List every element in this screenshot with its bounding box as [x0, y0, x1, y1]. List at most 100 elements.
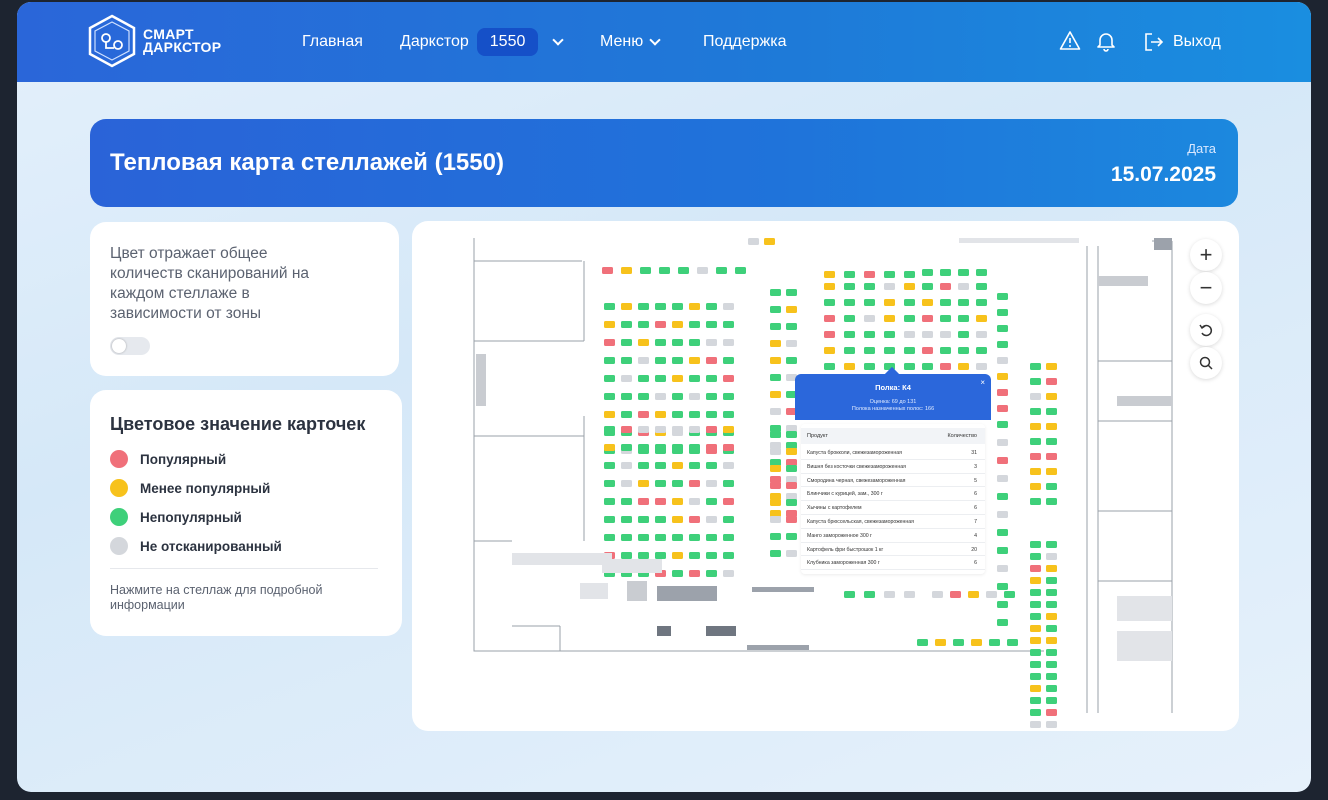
- shelf-tile[interactable]: [621, 375, 632, 382]
- shelf-tile[interactable]: [997, 511, 1008, 518]
- search-button[interactable]: [1190, 347, 1222, 379]
- shelf-tile[interactable]: [604, 480, 615, 487]
- shelf-tile[interactable]: [997, 619, 1008, 626]
- shelf-tile[interactable]: [844, 271, 855, 278]
- shelf-tile[interactable]: [904, 363, 915, 370]
- shelf-tile[interactable]: [922, 347, 933, 354]
- shelf-tile[interactable]: [748, 238, 759, 245]
- shelf-tile[interactable]: [824, 315, 835, 322]
- shelf-tile[interactable]: [655, 393, 666, 400]
- shelf-tile[interactable]: [723, 534, 734, 541]
- shelf-tile[interactable]: [958, 299, 969, 306]
- shelf-tile[interactable]: [976, 315, 987, 322]
- shelf-tile[interactable]: [1046, 498, 1057, 505]
- shelf-tile[interactable]: [655, 426, 666, 433]
- shelf-tile[interactable]: [976, 347, 987, 354]
- shelf-tile[interactable]: [706, 411, 717, 418]
- shelf-tile[interactable]: [884, 315, 895, 322]
- shelf-tile[interactable]: [672, 534, 683, 541]
- bell-icon[interactable]: [1095, 30, 1117, 52]
- shelf-tile[interactable]: [621, 267, 632, 274]
- shelf-tile[interactable]: [997, 547, 1008, 554]
- shelf-tile[interactable]: [672, 375, 683, 382]
- close-icon[interactable]: ×: [980, 378, 985, 387]
- shelf-tile[interactable]: [1030, 498, 1041, 505]
- shelf-tile[interactable]: [940, 315, 951, 322]
- shelf-tile[interactable]: [940, 283, 951, 290]
- shelf-tile[interactable]: [917, 639, 928, 646]
- shelf-tile[interactable]: [770, 340, 781, 347]
- shelf-tile[interactable]: [884, 591, 895, 598]
- shelf-tile[interactable]: [864, 591, 875, 598]
- shelf-tile[interactable]: [844, 299, 855, 306]
- shelf-tile[interactable]: [770, 431, 781, 438]
- shelf-tile[interactable]: [689, 570, 700, 577]
- shelf-tile[interactable]: [997, 293, 1008, 300]
- shelf-tile[interactable]: [997, 601, 1008, 608]
- shelf-tile[interactable]: [638, 480, 649, 487]
- shelf-tile[interactable]: [1046, 637, 1057, 644]
- shelf-tile[interactable]: [723, 321, 734, 328]
- shelf-tile[interactable]: [904, 591, 915, 598]
- shelf-tile[interactable]: [604, 303, 615, 310]
- shelf-tile[interactable]: [770, 550, 781, 557]
- shelf-tile[interactable]: [1046, 685, 1057, 692]
- shelf-tile[interactable]: [824, 347, 835, 354]
- shelf-tile[interactable]: [706, 516, 717, 523]
- brand-logo[interactable]: СМАРТ ДАРКСТОР: [87, 14, 221, 68]
- shelf-tile[interactable]: [997, 405, 1008, 412]
- shelf-tile[interactable]: [997, 373, 1008, 380]
- shelf-tile[interactable]: [689, 357, 700, 364]
- shelf-tile[interactable]: [706, 498, 717, 505]
- shelf-tile[interactable]: [638, 516, 649, 523]
- shelf-tile[interactable]: [1030, 423, 1041, 430]
- shelf-tile[interactable]: [1046, 423, 1057, 430]
- shelf-tile[interactable]: [786, 306, 797, 313]
- shelf-tile[interactable]: [706, 462, 717, 469]
- shelf-tile[interactable]: [770, 323, 781, 330]
- shelf-tile[interactable]: [1030, 541, 1041, 548]
- shelf-tile[interactable]: [604, 534, 615, 541]
- shelf-tile[interactable]: [706, 321, 717, 328]
- shelf-tile[interactable]: [770, 493, 781, 500]
- shelf-tile[interactable]: [1030, 378, 1041, 385]
- shelf-tile[interactable]: [884, 299, 895, 306]
- shelf-tile[interactable]: [655, 444, 666, 451]
- shelf-tile[interactable]: [1046, 649, 1057, 656]
- shelf-tile[interactable]: [1046, 363, 1057, 370]
- shelf-tile[interactable]: [638, 339, 649, 346]
- shelf-tile[interactable]: [689, 339, 700, 346]
- shelf-tile[interactable]: [655, 303, 666, 310]
- shelf-tile[interactable]: [640, 267, 651, 274]
- shelf-tile[interactable]: [689, 321, 700, 328]
- shelf-tile[interactable]: [689, 303, 700, 310]
- shelf-tile[interactable]: [997, 493, 1008, 500]
- shelf-tile[interactable]: [638, 375, 649, 382]
- shelf-tile[interactable]: [904, 331, 915, 338]
- shelf-tile[interactable]: [770, 448, 781, 455]
- shelf-tile[interactable]: [621, 426, 632, 433]
- shelf-tile[interactable]: [1004, 591, 1015, 598]
- shelf-tile[interactable]: [1030, 468, 1041, 475]
- shelf-tile[interactable]: [655, 534, 666, 541]
- shelf-tile[interactable]: [672, 552, 683, 559]
- shelf-tile[interactable]: [770, 408, 781, 415]
- shelf-tile[interactable]: [1030, 661, 1041, 668]
- shelf-tile[interactable]: [621, 321, 632, 328]
- shelf-tile[interactable]: [672, 393, 683, 400]
- shelf-tile[interactable]: [689, 498, 700, 505]
- shelf-tile[interactable]: [689, 393, 700, 400]
- shelf-tile[interactable]: [706, 480, 717, 487]
- shelf-tile[interactable]: [1030, 565, 1041, 572]
- shelf-tile[interactable]: [844, 347, 855, 354]
- shelf-tile[interactable]: [1030, 721, 1041, 728]
- shelf-tile[interactable]: [697, 267, 708, 274]
- shelf-tile[interactable]: [1030, 453, 1041, 460]
- shelf-tile[interactable]: [672, 339, 683, 346]
- shelf-tile[interactable]: [689, 516, 700, 523]
- shelf-tile[interactable]: [1030, 483, 1041, 490]
- shelf-tile[interactable]: [638, 393, 649, 400]
- shelf-tile[interactable]: [997, 389, 1008, 396]
- shelf-tile[interactable]: [621, 462, 632, 469]
- shelf-tile[interactable]: [1030, 685, 1041, 692]
